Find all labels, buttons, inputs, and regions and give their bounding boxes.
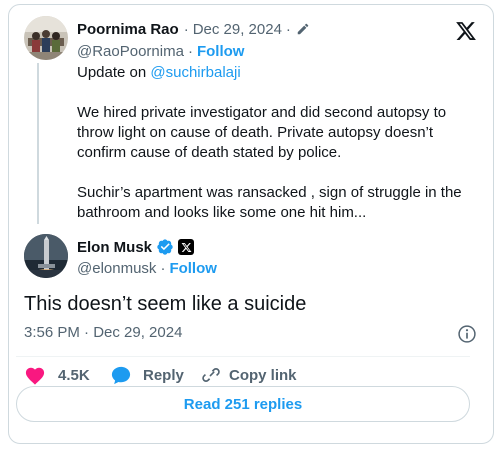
thread-connector-line xyxy=(37,63,39,224)
info-icon[interactable] xyxy=(457,324,477,344)
tweet-text: This doesn’t seem like a suicide xyxy=(24,293,307,315)
x-logo-icon[interactable] xyxy=(455,20,477,42)
tweet-timestamp[interactable]: 3:56 PM · Dec 29, 2024 xyxy=(24,324,182,341)
pencil-icon xyxy=(296,22,310,36)
reply-action[interactable]: Reply xyxy=(110,364,184,386)
author-handle[interactable]: @elonmusk xyxy=(77,260,156,277)
separator: · xyxy=(160,259,166,277)
poornima-avatar[interactable] xyxy=(24,16,68,60)
read-replies-button[interactable]: Read 251 replies xyxy=(16,386,470,422)
verified-badge-icon xyxy=(156,238,174,256)
like-count: 4.5K xyxy=(58,366,90,384)
reply-label: Reply xyxy=(143,366,184,384)
link-icon xyxy=(201,365,221,385)
elon-musk-avatar[interactable] xyxy=(24,234,68,278)
follow-quoted-author-button[interactable]: Follow xyxy=(197,43,245,60)
mention-link[interactable]: @suchirbalaji xyxy=(150,64,240,81)
read-replies-label: Read 251 replies xyxy=(183,395,303,413)
quoted-body-paragraph-2: Suchir’s apartment was ransacked , sign … xyxy=(77,184,462,221)
divider xyxy=(16,356,470,357)
copy-link-action[interactable]: Copy link xyxy=(201,364,297,386)
like-action[interactable]: 4.5K xyxy=(24,364,90,386)
author-name[interactable]: Elon Musk xyxy=(77,239,152,256)
quoted-author-handle[interactable]: @RaoPoornima xyxy=(77,43,184,60)
separator: · xyxy=(183,20,189,38)
quoted-body-paragraph-1: We hired private investigator and did se… xyxy=(77,104,447,161)
speech-bubble-icon xyxy=(110,365,132,385)
follow-button[interactable]: Follow xyxy=(169,260,217,277)
separator: · xyxy=(187,42,193,60)
x-affiliate-badge-icon[interactable] xyxy=(178,239,195,255)
copy-link-label: Copy link xyxy=(229,366,297,384)
quoted-author-name[interactable]: Poornima Rao xyxy=(77,21,179,38)
quoted-intro: Update on @suchirbalaji xyxy=(77,63,241,83)
heart-icon[interactable] xyxy=(24,365,46,385)
quoted-intro-prefix: Update on xyxy=(77,64,151,81)
quoted-date[interactable]: Dec 29, 2024 xyxy=(193,21,282,38)
separator: · xyxy=(285,20,291,38)
